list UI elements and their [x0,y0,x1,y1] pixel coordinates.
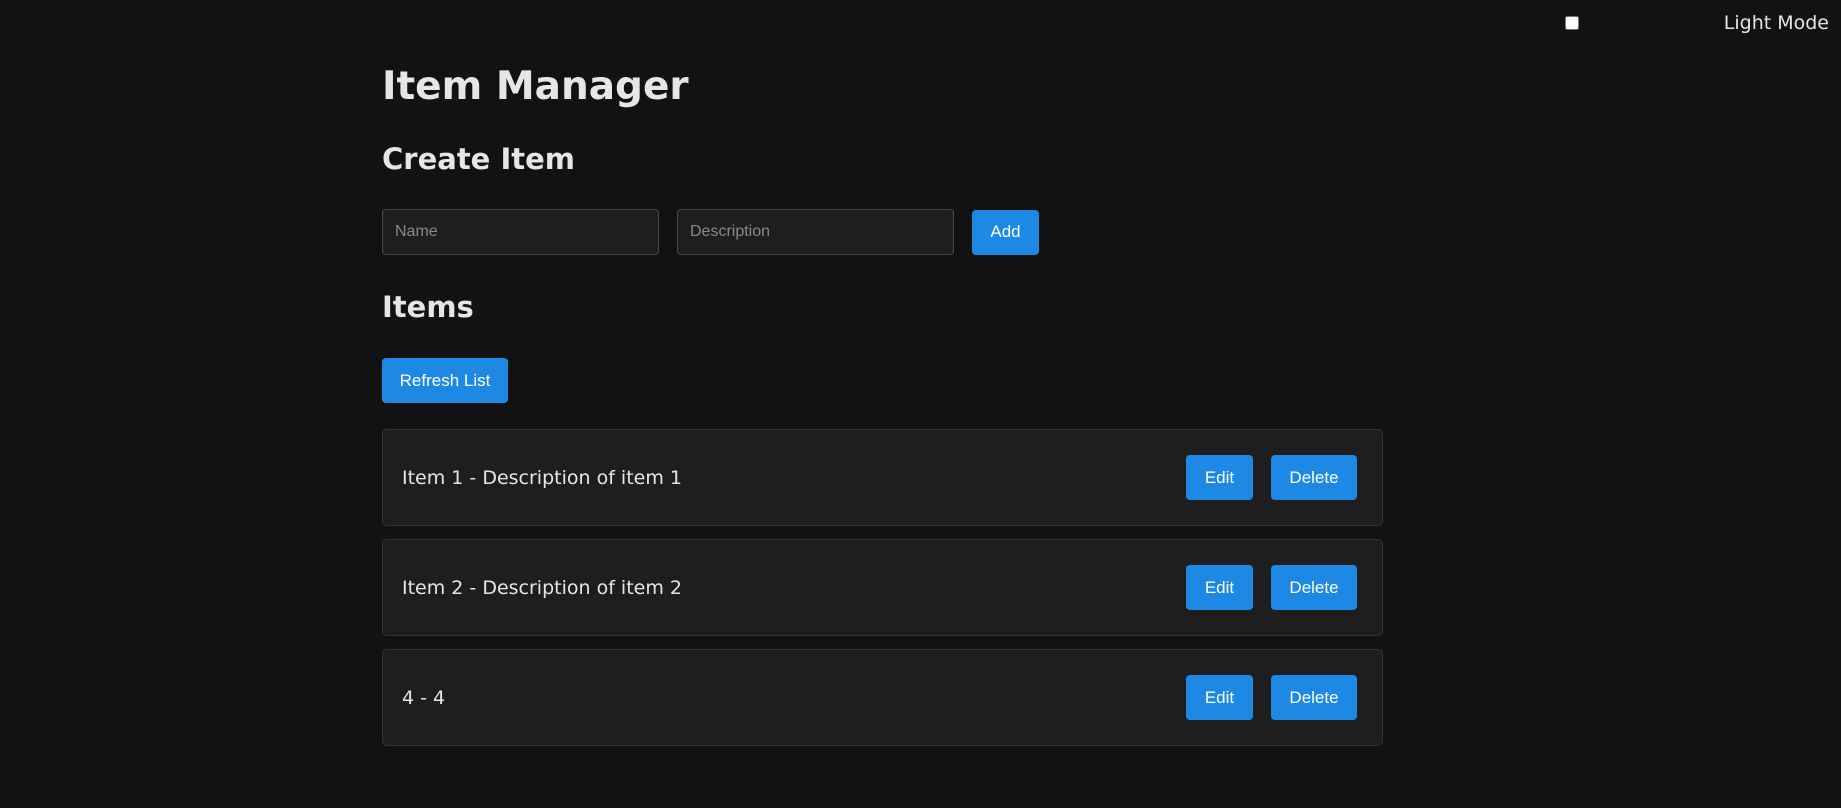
item-actions: Edit Delete [1186,675,1357,720]
create-item-form: Add [382,209,1039,255]
item-text: Item 2 - Description of item 2 [402,576,682,599]
list-item: Item 1 - Description of item 1 Edit Dele… [382,429,1383,526]
light-mode-label: Light Mode [1723,12,1829,34]
theme-toggle: Light Mode [1564,12,1829,34]
item-text: 4 - 4 [402,686,446,709]
delete-button[interactable]: Delete [1271,455,1357,500]
item-actions: Edit Delete [1186,455,1357,500]
description-input[interactable] [677,209,954,255]
delete-button[interactable]: Delete [1271,675,1357,720]
list-item: Item 2 - Description of item 2 Edit Dele… [382,539,1383,636]
item-actions: Edit Delete [1186,565,1357,610]
create-item-heading: Create Item [382,142,575,176]
page-title: Item Manager [382,64,689,109]
item-list: Item 1 - Description of item 1 Edit Dele… [382,429,1383,759]
items-heading: Items [382,290,474,324]
name-input[interactable] [382,209,659,255]
edit-button[interactable]: Edit [1186,675,1253,720]
edit-button[interactable]: Edit [1186,455,1253,500]
delete-button[interactable]: Delete [1271,565,1357,610]
edit-button[interactable]: Edit [1186,565,1253,610]
add-button[interactable]: Add [972,209,1039,255]
list-item: 4 - 4 Edit Delete [382,649,1383,746]
light-mode-checkbox[interactable] [1565,16,1579,30]
refresh-list-button[interactable]: Refresh List [382,358,508,403]
item-text: Item 1 - Description of item 1 [402,466,682,489]
